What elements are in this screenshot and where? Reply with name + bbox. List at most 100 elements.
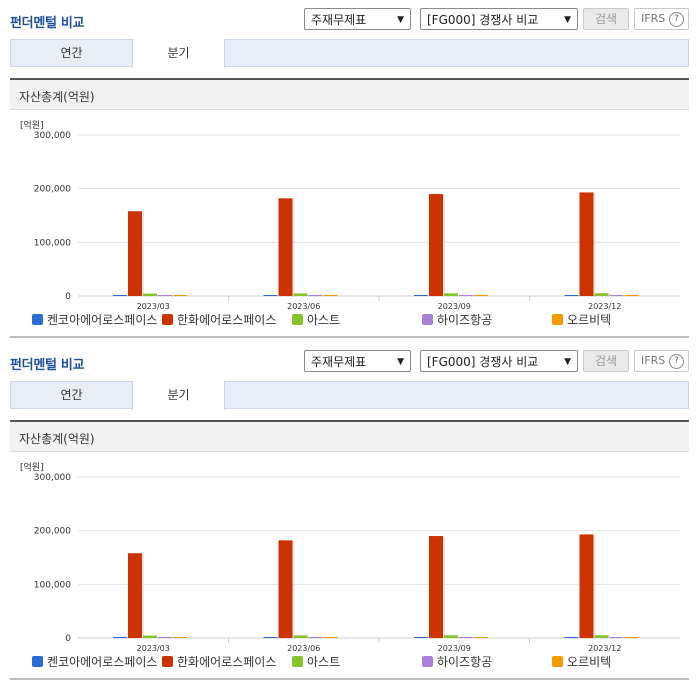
bar[interactable]	[173, 637, 187, 638]
bar[interactable]	[459, 295, 473, 296]
tab-quarterly[interactable]: 분기	[132, 381, 225, 410]
bar[interactable]	[143, 293, 157, 296]
legend-item[interactable]: 켄코아에어로스페이스	[32, 313, 157, 327]
chevron-down-icon: ▼	[397, 357, 404, 367]
bar[interactable]	[113, 637, 127, 638]
search-button[interactable]: 검색	[583, 8, 629, 30]
period-tabs: 연간 분기	[10, 39, 689, 68]
bar[interactable]	[609, 295, 624, 296]
tab-annual[interactable]: 연간	[11, 382, 132, 409]
bar[interactable]	[624, 295, 639, 296]
tab-annual[interactable]: 연간	[11, 40, 132, 67]
peer-select[interactable]: [FG000] 경쟁사 비교 ▼	[420, 8, 578, 30]
legend-item[interactable]: 오르비텍	[552, 313, 611, 327]
tab-quarterly[interactable]: 분기	[132, 39, 225, 68]
bar[interactable]	[143, 635, 157, 638]
statement-select[interactable]: 주재무제표 ▼	[304, 350, 411, 372]
bar[interactable]	[564, 637, 579, 638]
legend-label: 한화에어로스페이스	[177, 655, 277, 669]
chart-legend: 켄코아에어로스페이스 한화에어로스페이스 아스트 하이즈항공 오르비텍	[0, 655, 696, 671]
bar[interactable]	[293, 293, 308, 296]
y-tick-label: 200,000	[34, 527, 71, 537]
bar[interactable]	[113, 295, 127, 296]
bar[interactable]	[414, 295, 428, 296]
bar[interactable]	[579, 534, 594, 638]
legend-swatch	[552, 656, 563, 667]
ifrs-button[interactable]: IFRS ?	[634, 8, 689, 30]
bar[interactable]	[128, 553, 142, 638]
x-tick-label: 2023/09	[438, 644, 471, 652]
y-tick-label: 100,000	[34, 580, 71, 590]
help-icon: ?	[669, 354, 684, 369]
bar[interactable]	[474, 295, 488, 296]
bar[interactable]	[158, 295, 172, 296]
legend-item[interactable]: 아스트	[292, 313, 340, 327]
y-tick-label: 100,000	[34, 238, 71, 248]
legend-label: 아스트	[307, 313, 341, 327]
chevron-down-icon: ▼	[564, 15, 571, 25]
chevron-down-icon: ▼	[564, 357, 571, 367]
fundamental-panel-1: 펀더멘털 비교 주재무제표 ▼ [FG000] 경쟁사 비교 ▼ 검색 IFRS…	[0, 0, 696, 342]
bar[interactable]	[278, 540, 293, 638]
bar[interactable]	[173, 295, 187, 296]
y-tick-label: 0	[65, 634, 71, 644]
legend-item[interactable]: 한화에어로스페이스	[162, 313, 276, 327]
bar[interactable]	[594, 635, 609, 638]
chevron-down-icon: ▼	[397, 15, 404, 25]
y-tick-label: 0	[65, 292, 71, 302]
bar[interactable]	[579, 192, 594, 296]
legend-swatch	[422, 656, 433, 667]
bar[interactable]	[323, 295, 338, 296]
bar[interactable]	[414, 637, 428, 638]
bar[interactable]	[564, 295, 579, 296]
bar[interactable]	[444, 635, 458, 638]
bar[interactable]	[293, 635, 308, 638]
bar[interactable]	[474, 637, 488, 638]
bar[interactable]	[278, 198, 293, 296]
ifrs-label: IFRS	[641, 354, 666, 367]
x-tick-label: 2023/06	[287, 644, 320, 652]
bar[interactable]	[263, 295, 278, 296]
peer-select[interactable]: [FG000] 경쟁사 비교 ▼	[420, 350, 578, 372]
x-tick-label: 2023/09	[438, 302, 471, 310]
bar[interactable]	[308, 295, 323, 296]
x-tick-label: 2023/12	[588, 644, 621, 652]
chart-legend: 켄코아에어로스페이스 한화에어로스페이스 아스트 하이즈항공 오르비텍	[0, 313, 696, 329]
legend-label: 하이즈항공	[437, 655, 493, 669]
bar[interactable]	[128, 211, 142, 296]
legend-label: 오르비텍	[567, 655, 612, 669]
ifrs-label: IFRS	[641, 12, 666, 25]
bar[interactable]	[158, 637, 172, 638]
bar[interactable]	[609, 637, 624, 638]
divider	[10, 678, 689, 680]
legend-swatch	[32, 314, 43, 325]
legend-item[interactable]: 켄코아에어로스페이스	[32, 655, 157, 669]
peer-select-value: [FG000] 경쟁사 비교	[427, 355, 539, 369]
bar[interactable]	[624, 637, 639, 638]
bar[interactable]	[323, 637, 338, 638]
legend-swatch	[422, 314, 433, 325]
y-tick-label: 300,000	[34, 473, 71, 483]
bar[interactable]	[459, 637, 473, 638]
bar[interactable]	[263, 637, 278, 638]
peer-select-value: [FG000] 경쟁사 비교	[427, 13, 539, 27]
legend-item[interactable]: 한화에어로스페이스	[162, 655, 276, 669]
search-button[interactable]: 검색	[583, 350, 629, 372]
legend-item[interactable]: 오르비텍	[552, 655, 611, 669]
period-tabs: 연간 분기	[10, 381, 689, 410]
asset-chart: 0 100,000 200,000 300,000 2023/03 2023/06 2023…	[34, 131, 680, 310]
legend-item[interactable]: 아스트	[292, 655, 340, 669]
bar[interactable]	[429, 194, 443, 296]
asset-chart: 0 100,000 200,000 300,000 2023/03 2023/06 2023…	[34, 473, 680, 652]
bar[interactable]	[444, 293, 458, 296]
bar[interactable]	[594, 293, 609, 296]
ifrs-button[interactable]: IFRS ?	[634, 350, 689, 372]
bar[interactable]	[308, 637, 323, 638]
x-tick-label: 2023/12	[588, 302, 621, 310]
bar[interactable]	[429, 536, 443, 638]
statement-select[interactable]: 주재무제표 ▼	[304, 8, 411, 30]
legend-item[interactable]: 하이즈항공	[422, 313, 492, 327]
x-tick-label: 2023/03	[137, 302, 170, 310]
legend-swatch	[552, 314, 563, 325]
legend-item[interactable]: 하이즈항공	[422, 655, 492, 669]
